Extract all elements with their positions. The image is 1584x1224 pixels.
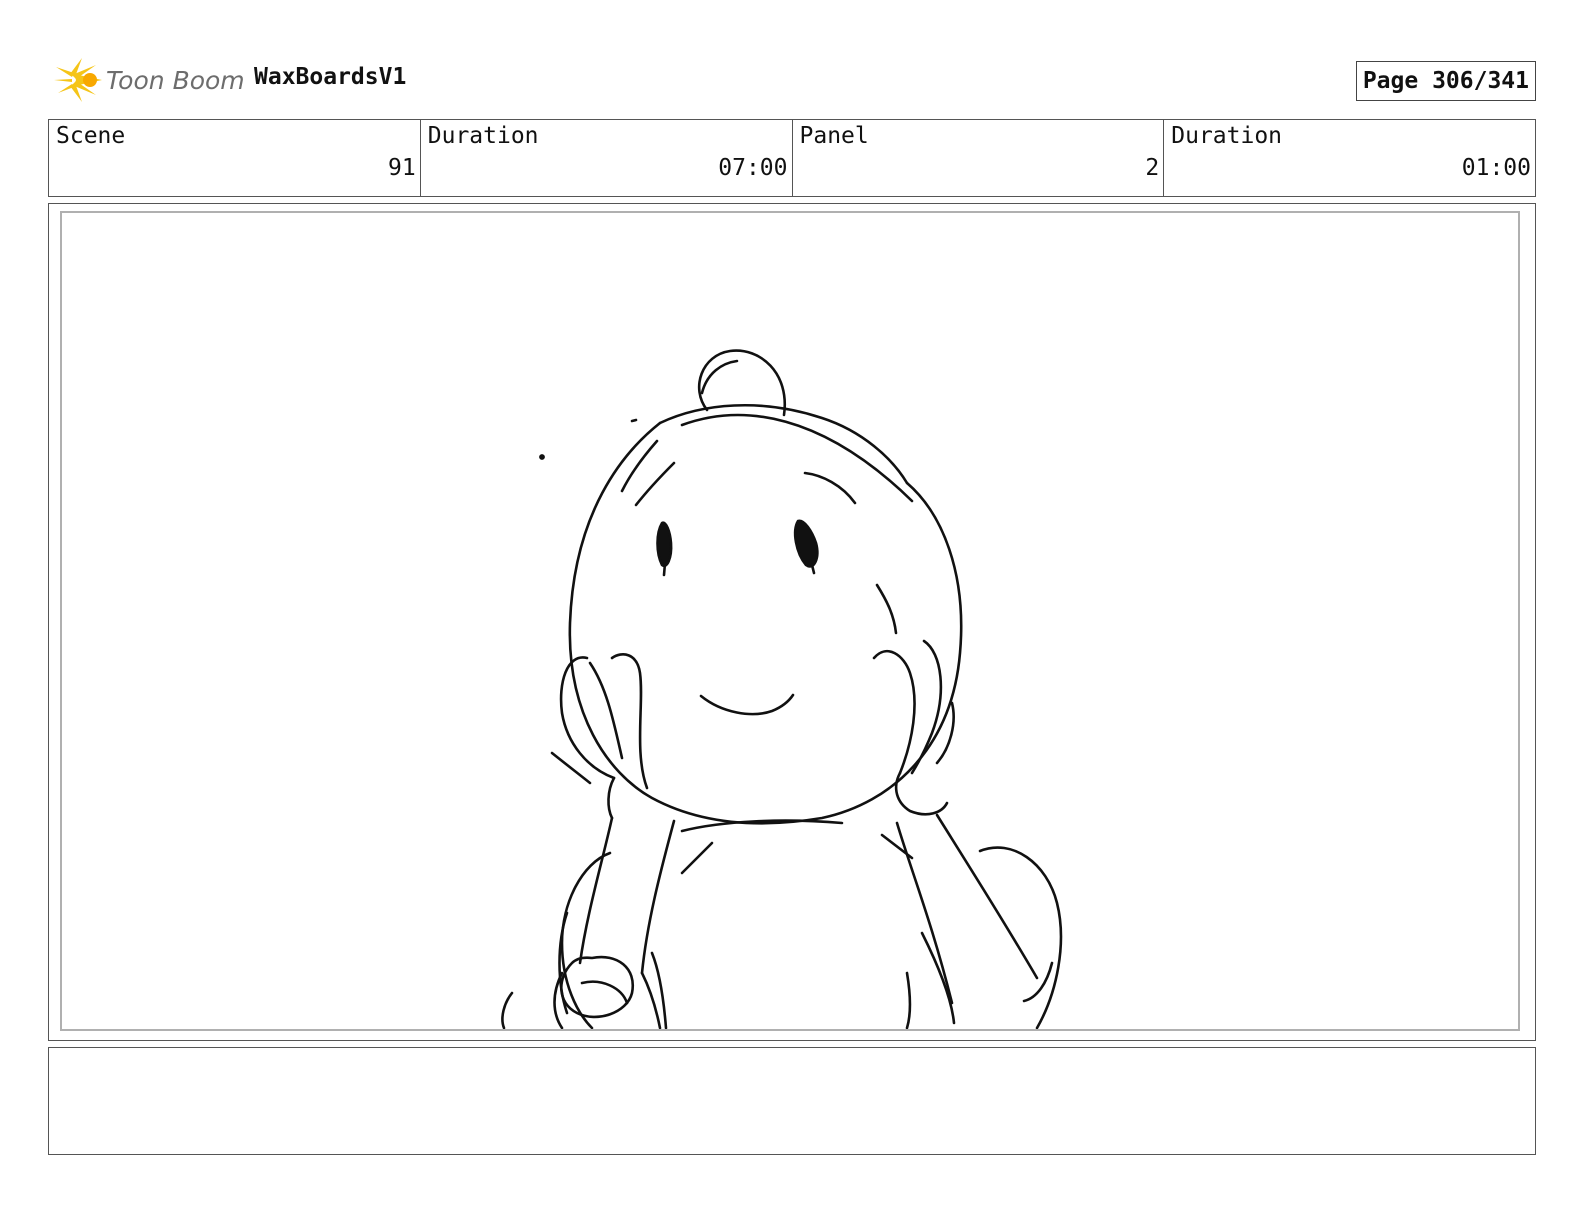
sketch-character-icon bbox=[501, 349, 1063, 1029]
storyboard-panel bbox=[48, 203, 1536, 1041]
panel-frame bbox=[60, 211, 1520, 1031]
scene-label: Scene bbox=[56, 123, 126, 149]
panel-label: Panel bbox=[799, 123, 869, 149]
page-header: Toon Boom WaxBoardsV1 Page 306/341 bbox=[48, 56, 1536, 104]
toon-boom-logo: Toon Boom bbox=[52, 57, 245, 103]
scene-cell: Scene 91 bbox=[49, 120, 421, 196]
scene-duration-cell: Duration 07:00 bbox=[421, 120, 793, 196]
panel-cell: Panel 2 bbox=[793, 120, 1165, 196]
panel-duration-cell: Duration 01:00 bbox=[1164, 120, 1535, 196]
scene-value: 91 bbox=[388, 155, 416, 181]
project-name: WaxBoardsV1 bbox=[254, 64, 407, 90]
toon-boom-burst-icon bbox=[52, 57, 104, 103]
panel-notes bbox=[48, 1047, 1536, 1155]
logo-text: Toon Boom bbox=[106, 65, 245, 95]
panel-duration-label: Duration bbox=[1171, 123, 1283, 149]
panel-value: 2 bbox=[1145, 155, 1160, 181]
scene-duration-value: 07:00 bbox=[718, 155, 788, 181]
panel-duration-value: 01:00 bbox=[1461, 155, 1531, 181]
panel-info-table: Scene 91 Duration 07:00 Panel 2 Duration… bbox=[48, 119, 1536, 197]
page-number: Page 306/341 bbox=[1355, 61, 1536, 101]
scene-duration-label: Duration bbox=[427, 123, 539, 149]
